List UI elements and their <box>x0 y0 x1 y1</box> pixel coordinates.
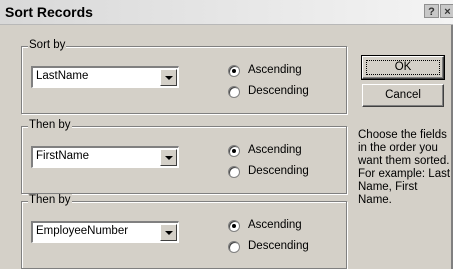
then-by-field-combo-2[interactable]: EmployeeNumber <box>31 221 179 243</box>
radio-unchecked-icon[interactable] <box>228 86 240 98</box>
sort-by-field-combo[interactable]: LastName <box>31 66 179 88</box>
focus-rectangle <box>366 60 440 75</box>
cancel-button-label: Cancel <box>385 89 421 101</box>
then-by-1-ascending-label[interactable]: Ascending <box>248 144 302 156</box>
then-by-field-value-1: FirstName <box>36 150 90 162</box>
sort-by-label: Sort by <box>28 39 67 51</box>
then-by-2-descending-label[interactable]: Descending <box>248 240 309 252</box>
sort-by-descending-label[interactable]: Descending <box>248 85 309 97</box>
chevron-down-icon[interactable] <box>160 69 177 86</box>
then-by-field-combo-1[interactable]: FirstName <box>31 146 179 168</box>
help-button[interactable]: ? <box>424 4 439 18</box>
sort-records-dialog: Sort Records ? × Sort by LastName Ascend… <box>0 0 453 269</box>
sort-by-field-value: LastName <box>36 70 89 82</box>
chevron-down-icon[interactable] <box>160 149 177 166</box>
chevron-down-icon[interactable] <box>160 224 177 241</box>
then-by-1-descending-label[interactable]: Descending <box>248 165 309 177</box>
close-button[interactable]: × <box>440 4 453 18</box>
sort-by-ascending-label[interactable]: Ascending <box>248 64 302 76</box>
title-bar: Sort Records ? × <box>0 0 453 25</box>
help-text: Choose the fields in the order you want … <box>358 129 451 206</box>
then-by-label-2: Then by <box>28 194 72 206</box>
then-by-field-value-2: EmployeeNumber <box>36 225 129 237</box>
cancel-button[interactable]: Cancel <box>362 84 444 107</box>
radio-checked-icon[interactable] <box>228 220 240 232</box>
radio-unchecked-icon[interactable] <box>228 166 240 178</box>
then-by-group-1: Then by FirstName Ascending Descending <box>21 119 347 194</box>
sort-by-group: Sort by LastName Ascending Descending <box>21 39 347 114</box>
radio-checked-icon[interactable] <box>228 65 240 77</box>
radio-unchecked-icon[interactable] <box>228 241 240 253</box>
then-by-label-1: Then by <box>28 119 72 131</box>
dialog-title: Sort Records <box>5 4 93 20</box>
then-by-2-ascending-label[interactable]: Ascending <box>248 219 302 231</box>
radio-checked-icon[interactable] <box>228 145 240 157</box>
ok-button[interactable]: OK <box>361 55 445 80</box>
then-by-group-2: Then by EmployeeNumber Ascending Descend… <box>21 194 347 269</box>
